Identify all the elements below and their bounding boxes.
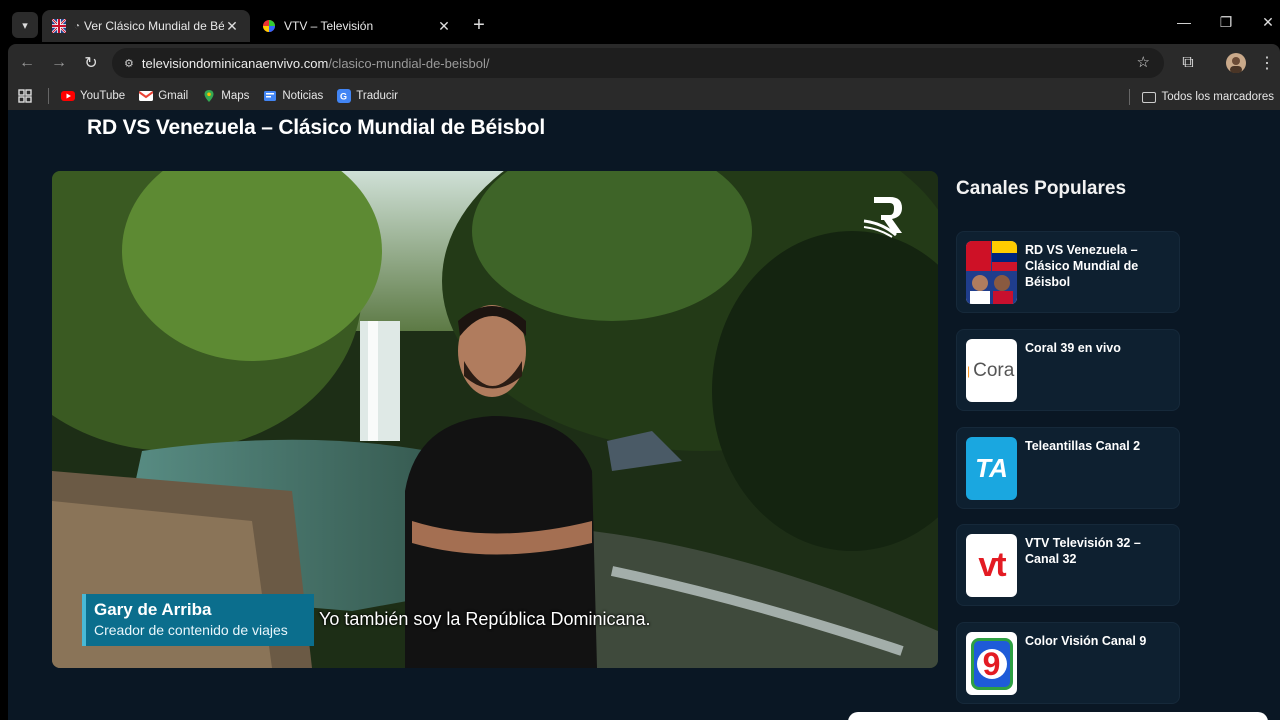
all-bookmarks-label: Todos los marcadores <box>1161 91 1275 103</box>
bookmarks-divider <box>1128 89 1130 105</box>
translate-icon: G <box>337 89 352 103</box>
bookmarks-bar: YouTube Gmail Maps Noticias G Traducir T… <box>8 82 1280 110</box>
youtube-icon <box>61 91 75 101</box>
new-tab-button[interactable]: + <box>468 14 490 36</box>
url-host: televisiondominicanaenvivo.com <box>141 55 329 71</box>
bookmark-label: Traducir <box>356 90 399 102</box>
vtv-favicon-icon <box>263 20 275 32</box>
channel-thumbnail <box>966 241 1017 304</box>
video-player[interactable]: Gary de Arriba Creador de contenido de v… <box>52 171 938 668</box>
tab-title: Ver Clásico Mundial de Béisb <box>84 19 224 33</box>
channel-card-rd-vs-venezuela[interactable]: RD VS Venezuela – Clásico Mundial de Béi… <box>956 231 1180 313</box>
bookmark-star-icon[interactable]: ☆ <box>1137 53 1150 71</box>
gmail-icon <box>139 91 154 101</box>
address-bar[interactable]: ⚙ televisiondominicanaenvivo.com /clasic… <box>112 48 1164 78</box>
lower-third-name: Gary de Arriba <box>94 600 212 619</box>
minimize-button[interactable]: — <box>1172 14 1196 30</box>
channel-name: VTV Televisión 32 – Canal 32 <box>1025 536 1141 566</box>
channel-card-color-vision-9[interactable]: 9 Color Visión Canal 9 <box>956 622 1180 704</box>
svg-text:G: G <box>340 92 347 102</box>
page-title: RD VS Venezuela – Clásico Mundial de Béi… <box>87 116 545 139</box>
url-path: /clasico-mundial-de-beisbol/ <box>328 55 490 71</box>
tab-active[interactable]: ◔ Ver Clásico Mundial de Béisb ✕ <box>42 10 250 42</box>
maps-icon <box>204 90 214 102</box>
uk-flag-icon <box>52 19 66 33</box>
channel-card-coral-39[interactable]: | Cora Coral 39 en vivo <box>956 329 1180 411</box>
news-icon <box>264 91 277 101</box>
tab-title: VTV – Televisión <box>284 19 374 33</box>
channel-name: Teleantillas Canal 2 <box>1025 439 1141 453</box>
channel-thumbnail: TA <box>966 437 1017 500</box>
channel-card-teleantillas[interactable]: TA Teleantillas Canal 2 <box>956 427 1180 509</box>
video-subtitle: Yo también soy la República Dominicana. <box>319 609 651 629</box>
sidebar-title: Canales Populares <box>956 178 1127 199</box>
bookmark-label: Gmail <box>158 90 189 102</box>
bookmark-maps[interactable]: Maps <box>202 89 249 103</box>
lower-third-caption: Gary de Arriba Creador de contenido de v… <box>82 594 314 646</box>
bookmark-label: YouTube <box>80 90 126 102</box>
channel-name: RD VS Venezuela – Clásico Mundial de Béi… <box>1025 243 1139 289</box>
page-content: RD VS Venezuela – Clásico Mundial de Béi… <box>8 110 1280 720</box>
channel-thumbnail: vt <box>966 534 1017 597</box>
channel-card-vtv-32[interactable]: vt VTV Televisión 32 – Canal 32 <box>956 524 1180 606</box>
profile-avatar[interactable] <box>1225 52 1247 74</box>
bookmark-noticias[interactable]: Noticias <box>263 89 323 103</box>
bookmark-youtube[interactable]: YouTube <box>61 89 125 103</box>
bookmark-label: Maps <box>221 90 250 102</box>
audio-icon: ◔ <box>74 20 81 32</box>
coral-mark-icon: | <box>967 363 971 378</box>
all-bookmarks[interactable]: Todos los marcadores <box>1128 89 1275 105</box>
brand-r-logo-icon <box>863 197 902 238</box>
bottom-banner[interactable] <box>848 712 1268 720</box>
color-vision-badge: 9 <box>970 637 1013 690</box>
channel-name: Coral 39 en vivo <box>1025 341 1121 355</box>
extensions-icon[interactable]: ⧉ <box>1177 52 1199 74</box>
tab-close-icon[interactable]: ✕ <box>224 18 240 35</box>
channel-thumbnail: | Cora <box>966 339 1017 402</box>
close-window-button[interactable]: ✕ <box>1256 14 1280 31</box>
bookmarks-divider <box>48 88 49 104</box>
teleantillas-logo-text: TA <box>975 453 1008 483</box>
bookmark-label: Noticias <box>282 90 324 102</box>
vtv-logo-text: vt <box>978 546 1006 584</box>
forward-button[interactable]: → <box>48 52 70 74</box>
channel-thumbnail: 9 <box>966 632 1017 695</box>
color-vision-logo-text: 9 <box>976 648 1007 680</box>
site-settings-icon[interactable]: ⚙ <box>124 57 134 70</box>
channel-name: Color Visión Canal 9 <box>1025 634 1147 648</box>
tab-close-icon[interactable]: ✕ <box>436 18 452 35</box>
tab-strip: ▾ ◔ Ver Clásico Mundial de Béisb ✕ VTV –… <box>0 0 1280 50</box>
tab-inactive[interactable]: VTV – Televisión ✕ <box>252 10 462 42</box>
tab-search-button[interactable]: ▾ <box>12 12 38 38</box>
coral-logo-text: Cora <box>973 359 1015 381</box>
folder-icon <box>1141 91 1156 103</box>
browser-toolbar: ← → ↻ ⚙ televisiondominicanaenvivo.com /… <box>8 44 1280 82</box>
bookmark-traducir[interactable]: G Traducir <box>337 89 398 103</box>
back-button[interactable]: ← <box>16 52 38 74</box>
bookmark-gmail[interactable]: Gmail <box>139 89 188 103</box>
restore-button[interactable]: ❐ <box>1214 14 1238 31</box>
lower-third-role: Creador de contenido de viajes <box>94 622 288 638</box>
reload-button[interactable]: ↻ <box>80 52 102 74</box>
menu-kebab-icon[interactable]: ⋮ <box>1256 52 1278 74</box>
apps-grid-icon[interactable] <box>18 89 32 103</box>
